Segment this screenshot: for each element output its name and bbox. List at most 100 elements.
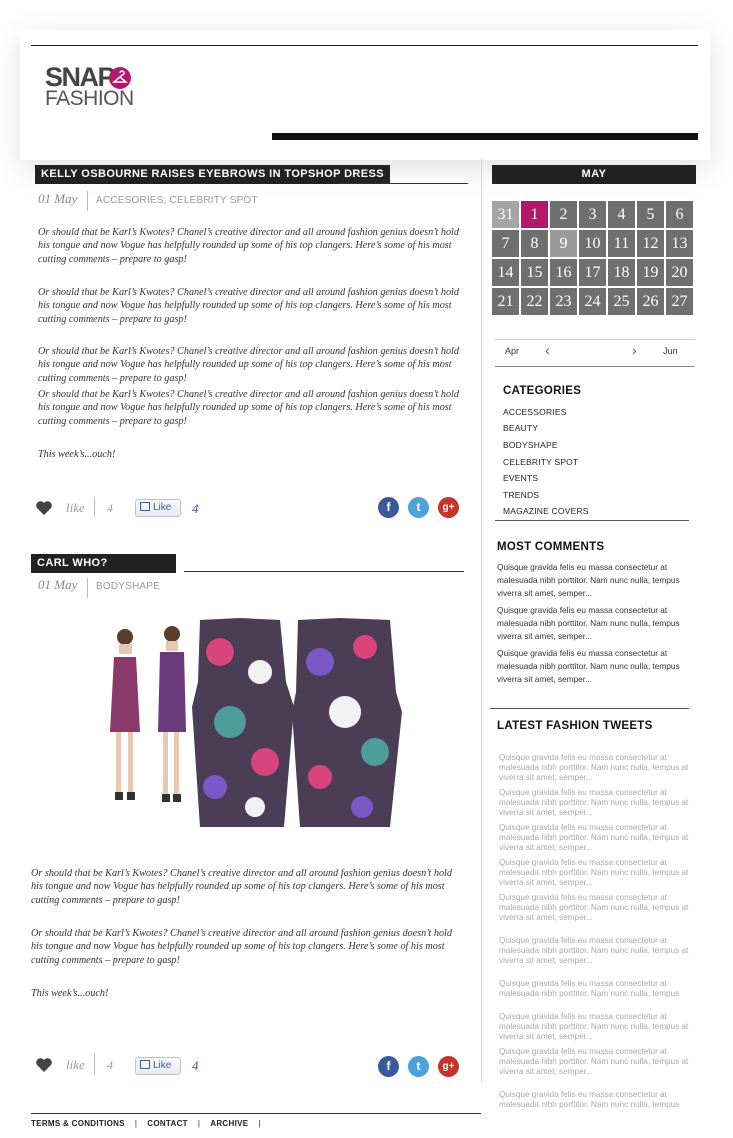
tweet-item[interactable]: Quisque gravida felis eu massa consectet… [499, 753, 691, 783]
comment-item[interactable]: Quisque gravida felis eu massa consectet… [497, 647, 692, 686]
post-paragraph: Or should that be Karl’s Kwotes? Chanel’… [38, 346, 459, 384]
calendar-day[interactable]: 14 [492, 259, 519, 286]
facebook-icon[interactable]: f [378, 1056, 399, 1077]
footer-link-terms[interactable]: TERMS & CONDITIONS [31, 1119, 125, 1128]
tweet-item[interactable]: Quisque gravida felis eu massa consectet… [499, 893, 691, 923]
post-categories[interactable]: ACCESORIES, CELEBRITY SPOT [96, 195, 258, 206]
tweet-item[interactable]: Quisque gravida felis eu massa consectet… [499, 858, 691, 888]
meta-separator [94, 1054, 95, 1074]
tweets-title: LATEST FASHION TWEETS [497, 720, 653, 732]
header-accent-bar [272, 133, 698, 140]
facebook-like-count: 4 [192, 1058, 199, 1073]
like-label[interactable]: like [66, 500, 85, 516]
category-item[interactable]: MAGAZINE COVERS [503, 506, 589, 516]
tweet-item[interactable]: Quisque gravida felis eu massa consectet… [499, 1047, 691, 1077]
facebook-like-count: 4 [192, 501, 199, 516]
title-rule [338, 183, 468, 184]
meta-separator [87, 191, 88, 211]
calendar-day[interactable]: 12 [637, 230, 664, 257]
tweet-item[interactable]: Quisque gravida felis eu massa consectet… [499, 1090, 691, 1110]
post-paragraph: Or should that be Karl’s Kwotes? Chanel’… [31, 928, 452, 966]
site-logo[interactable]: SNAP FASHION [45, 64, 145, 114]
calendar-month-title: MAY [492, 165, 696, 184]
calendar-day[interactable]: 5 [637, 201, 664, 228]
post-paragraph: Or should that be Karl’s Kwotes? Chanel’… [31, 868, 452, 906]
calendar-day[interactable]: 25 [608, 288, 635, 315]
tweet-item[interactable]: Quisque gravida felis eu massa consectet… [499, 936, 691, 966]
like-label[interactable]: like [66, 1057, 85, 1073]
calendar-day[interactable]: 22 [521, 288, 548, 315]
category-item[interactable]: EVENTS [503, 473, 538, 483]
chevron-left-icon[interactable]: ‹ [545, 342, 550, 358]
facebook-icon[interactable]: f [378, 497, 399, 518]
google-plus-icon[interactable]: g+ [438, 497, 459, 518]
calendar-day[interactable]: 4 [608, 201, 635, 228]
category-item[interactable]: ACCESSORIES [503, 407, 567, 417]
heart-icon[interactable] [35, 1057, 53, 1073]
heart-icon[interactable] [35, 500, 53, 516]
post-categories[interactable]: BODYSHAPE [96, 581, 160, 592]
footer-rule [31, 1113, 481, 1114]
calendar-day[interactable]: 24 [579, 288, 606, 315]
post-title[interactable]: KELLY OSBOURNE RAISES EYEBROWS IN TOPSHO… [35, 165, 390, 184]
calendar-day[interactable]: 6 [666, 201, 693, 228]
category-item[interactable]: BODYSHAPE [503, 440, 558, 450]
calendar-day[interactable]: 31 [492, 201, 519, 228]
calendar-day[interactable]: 1 [521, 201, 548, 228]
calendar-day[interactable]: 15 [521, 259, 548, 286]
calendar-day[interactable]: 2 [550, 201, 577, 228]
twitter-icon[interactable]: t [408, 497, 429, 518]
title-rule [184, 571, 464, 572]
tweet-item[interactable]: Quisque gravida felis eu massa consectet… [499, 788, 691, 818]
calendar-day[interactable]: 21 [492, 288, 519, 315]
footer-nav: TERMS & CONDITIONS | CONTACT | ARCHIVE | [31, 1119, 261, 1128]
google-plus-icon[interactable]: g+ [438, 1056, 459, 1077]
calendar-day[interactable]: 19 [637, 259, 664, 286]
comment-item[interactable]: Quisque gravida felis eu massa consectet… [497, 604, 692, 643]
calendar-day[interactable]: 7 [492, 230, 519, 257]
hanger-icon [109, 67, 131, 89]
chevron-right-icon[interactable]: › [632, 342, 637, 358]
post-date: 01 May [38, 191, 78, 206]
calendar-day[interactable]: 11 [608, 230, 635, 257]
calendar-day[interactable]: 20 [666, 259, 693, 286]
logo-fashion-text: FASHION [45, 87, 134, 110]
calendar-day[interactable]: 17 [579, 259, 606, 286]
calendar-day[interactable]: 27 [666, 288, 693, 315]
calendar-day[interactable]: 3 [579, 201, 606, 228]
facebook-like-button[interactable]: Like [135, 499, 181, 517]
column-divider [481, 158, 482, 1083]
meta-separator [87, 578, 88, 598]
category-item[interactable]: TRENDS [503, 490, 539, 500]
calendar-day[interactable]: 9 [550, 230, 577, 257]
post-title[interactable]: CARL WHO? [31, 554, 176, 573]
calendar-day[interactable]: 16 [550, 259, 577, 286]
calendar-day[interactable]: 23 [550, 288, 577, 315]
dress-photo[interactable] [100, 612, 410, 832]
footer-link-contact[interactable]: CONTACT [147, 1119, 188, 1128]
tweet-item[interactable]: Quisque gravida felis eu massa consectet… [499, 823, 691, 853]
categories-title: CATEGORIES [503, 385, 582, 397]
category-item[interactable]: BEAUTY [503, 423, 538, 433]
twitter-icon[interactable]: t [408, 1056, 429, 1077]
calendar-day[interactable]: 10 [579, 230, 606, 257]
fb-like-label: Like [153, 502, 172, 513]
category-item[interactable]: CELEBRITY SPOT [503, 457, 578, 467]
calendar-day[interactable]: 8 [521, 230, 548, 257]
categories-rule [495, 520, 689, 521]
facebook-like-button[interactable]: Like [135, 1057, 181, 1075]
calendar-day[interactable]: 18 [608, 259, 635, 286]
post-paragraph: This week’s...ouch! [31, 988, 109, 999]
tweet-item[interactable]: Quisque gravida felis eu massa consectet… [499, 1012, 691, 1042]
calendar-prev-month[interactable]: Apr [505, 346, 519, 356]
footer-link-archive[interactable]: ARCHIVE [210, 1119, 248, 1128]
comment-item[interactable]: Quisque gravida felis eu massa consectet… [497, 561, 692, 600]
tweet-item[interactable]: Quisque gravida felis eu massa consectet… [499, 979, 691, 999]
calendar-day[interactable]: 26 [637, 288, 664, 315]
calendar-next-month[interactable]: Jun [663, 346, 678, 356]
calendar-day[interactable]: 13 [666, 230, 693, 257]
like-count: 4 [107, 1058, 113, 1072]
most-comments-title: MOST COMMENTS [497, 541, 605, 553]
post-paragraph: This week’s...ouch! [38, 449, 116, 460]
thumbs-up-icon [140, 1060, 150, 1069]
